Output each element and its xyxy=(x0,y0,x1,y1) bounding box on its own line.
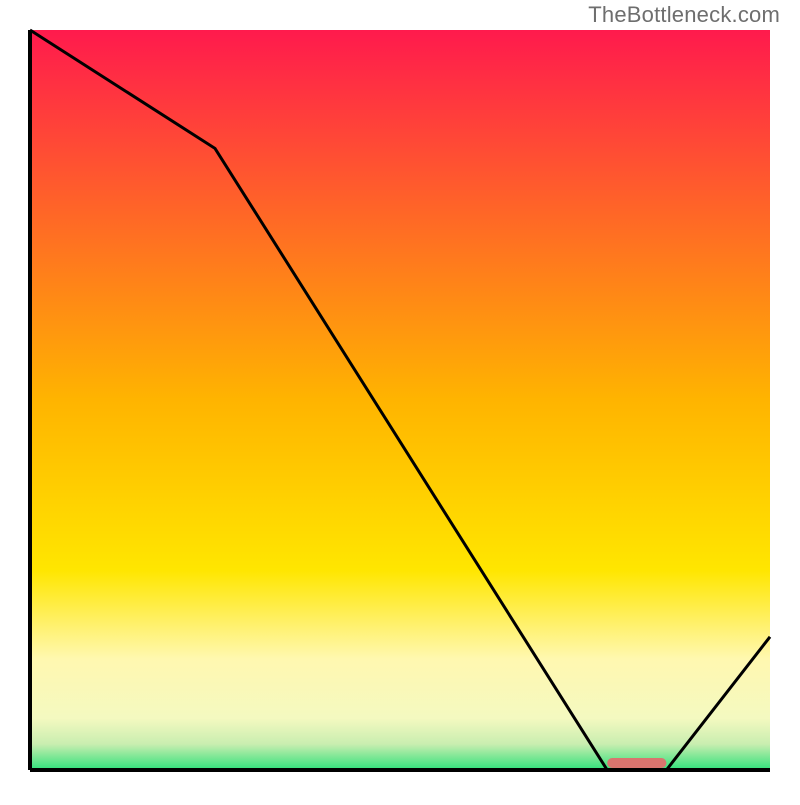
attribution-label: TheBottleneck.com xyxy=(588,2,780,28)
bottleneck-chart xyxy=(0,0,800,800)
optimal-marker xyxy=(607,758,666,768)
chart-container: TheBottleneck.com xyxy=(0,0,800,800)
plot-background xyxy=(30,30,770,770)
